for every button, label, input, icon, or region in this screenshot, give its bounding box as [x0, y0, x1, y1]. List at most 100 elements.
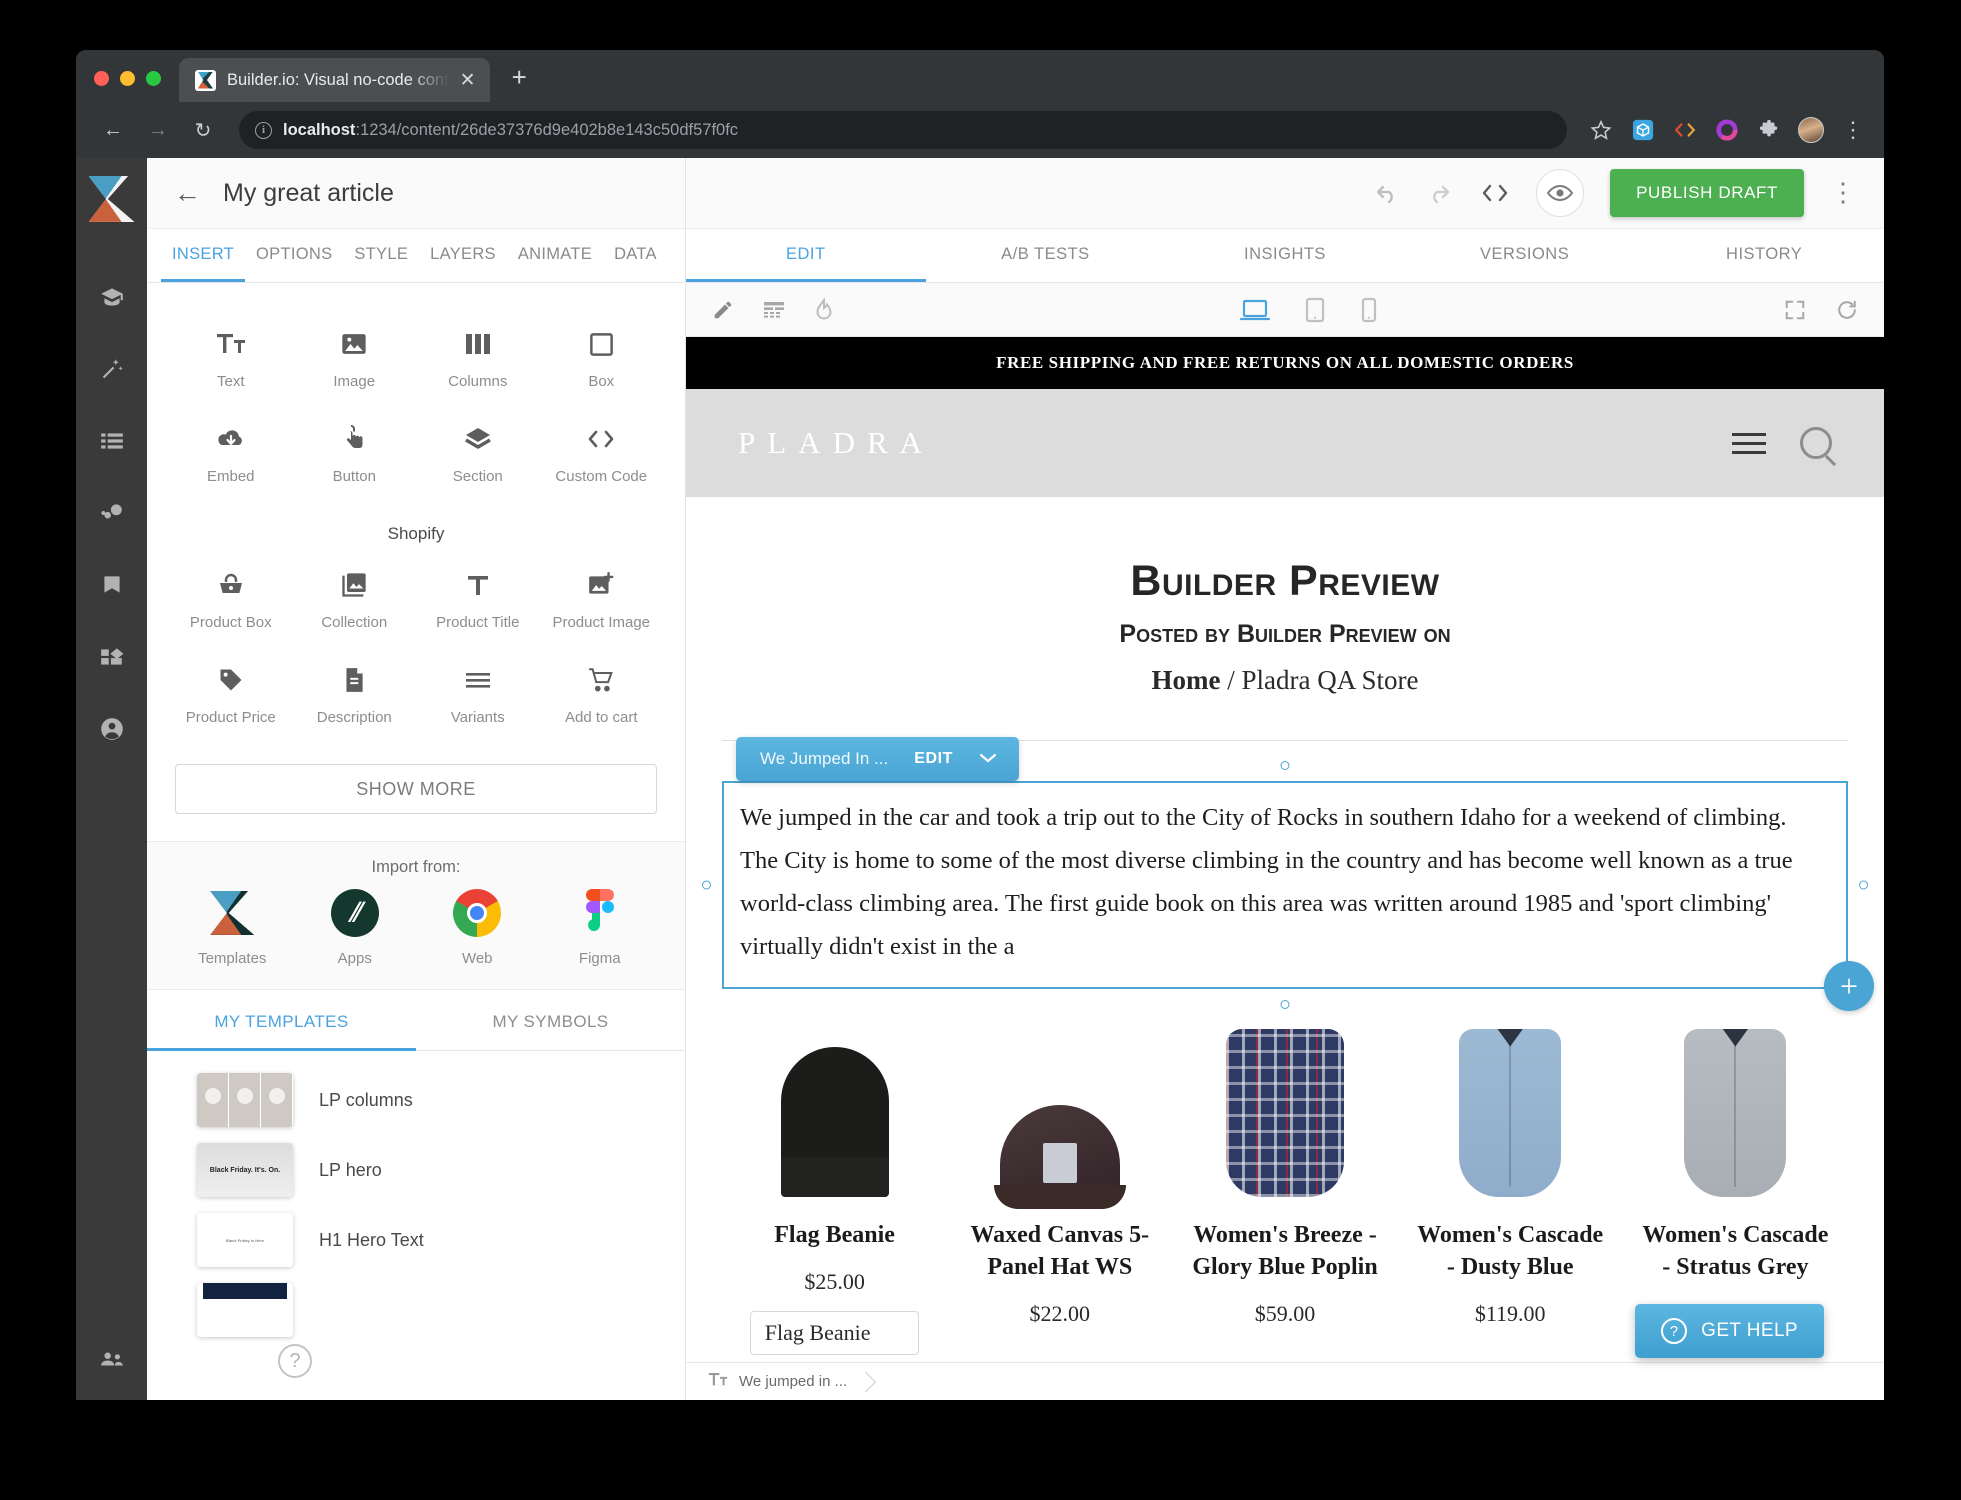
rail-item-magic-wand[interactable]	[89, 346, 135, 392]
import-templates[interactable]: Templates	[171, 889, 294, 967]
get-help-button[interactable]: ? GET HELP	[1635, 1304, 1824, 1358]
product-card[interactable]: Women's Breeze - Glory Blue Poplin $59.0…	[1172, 1025, 1397, 1355]
tab-versions[interactable]: VERSIONS	[1405, 229, 1645, 282]
fullscreen-icon[interactable]	[1784, 299, 1806, 321]
tab-options[interactable]: OPTIONS	[245, 229, 343, 282]
selection-toolbar[interactable]: We Jumped In ... EDIT	[736, 737, 1020, 781]
back-button[interactable]: ←	[94, 111, 132, 149]
insert-item-columns[interactable]: Columns	[416, 317, 540, 406]
tablet-icon[interactable]	[1304, 297, 1326, 323]
product-card[interactable]: Women's Cascade - Dusty Blue $119.00	[1398, 1025, 1623, 1355]
document-title[interactable]: My great article	[223, 179, 394, 208]
ring-extension-icon[interactable]	[1714, 117, 1740, 143]
tab-my-templates[interactable]: MY TEMPLATES	[147, 990, 416, 1051]
wireframe-icon[interactable]	[762, 300, 786, 320]
minimize-window-button[interactable]	[120, 71, 135, 86]
insert-item-product-price[interactable]: Product Price	[169, 653, 293, 742]
tab-insights[interactable]: INSIGHTS	[1165, 229, 1405, 282]
insert-item-text[interactable]: Text	[169, 317, 293, 406]
bookmark-star-icon[interactable]	[1588, 117, 1614, 143]
address-bar[interactable]: i localhost:1234/content/26de37376d9e402…	[239, 111, 1567, 149]
add-block-button[interactable]: +	[1824, 960, 1874, 1011]
rail-item-bubbles[interactable]	[89, 490, 135, 536]
search-icon[interactable]	[1800, 427, 1832, 459]
import-web[interactable]: Web	[416, 889, 539, 967]
insert-item-image[interactable]: Image	[293, 317, 417, 406]
breadcrumb-store[interactable]: Pladra QA Store	[1242, 665, 1419, 695]
undo-icon[interactable]	[1372, 182, 1400, 204]
tab-insert[interactable]: INSERT	[161, 229, 246, 282]
code-extension-icon[interactable]	[1672, 117, 1698, 143]
insert-item-collection[interactable]: Collection	[293, 558, 417, 647]
cube-extension-icon[interactable]	[1630, 117, 1656, 143]
import-apps[interactable]: ⫽ Apps	[294, 889, 417, 967]
rail-item-graduation-cap[interactable]	[89, 274, 135, 320]
tab-ab-tests[interactable]: A/B TESTS	[926, 229, 1166, 282]
pencil-icon[interactable]	[712, 299, 734, 321]
desktop-icon[interactable]	[1240, 298, 1270, 322]
profile-avatar[interactable]	[1798, 117, 1824, 143]
tab-style[interactable]: STYLE	[343, 229, 419, 282]
insert-item-product-box[interactable]: Product Box	[169, 558, 293, 647]
tab-my-symbols[interactable]: MY SYMBOLS	[416, 990, 685, 1051]
template-item[interactable]: Black Friday. It's. On. LP hero	[147, 1135, 685, 1205]
rail-item-account[interactable]	[89, 706, 135, 752]
insert-item-variants[interactable]: Variants	[416, 653, 540, 742]
insert-item-box[interactable]: Box	[540, 317, 664, 406]
close-tab-icon[interactable]: ✕	[460, 71, 476, 90]
heat-icon[interactable]	[814, 297, 834, 322]
product-variant-select[interactable]: Flag Beanie	[749, 1310, 920, 1355]
redo-icon[interactable]	[1426, 182, 1454, 204]
publish-draft-button[interactable]: PUBLISH DRAFT	[1610, 169, 1804, 217]
insert-item-embed[interactable]: Embed	[169, 412, 293, 501]
back-arrow-icon[interactable]: ←	[174, 179, 201, 207]
tab-layers[interactable]: LAYERS	[419, 229, 507, 282]
refresh-icon[interactable]	[1836, 299, 1858, 321]
product-card[interactable]: Waxed Canvas 5-Panel Hat WS $22.00	[947, 1025, 1172, 1355]
insert-item-description[interactable]: Description	[293, 653, 417, 742]
product-card[interactable]: Flag Beanie $25.00 Flag Beanie	[722, 1025, 947, 1355]
template-item[interactable]: Black Friday is Here H1 Hero Text	[147, 1205, 685, 1275]
rail-item-list[interactable]	[89, 418, 135, 464]
reload-button[interactable]: ↻	[184, 111, 222, 149]
insert-item-button[interactable]: Button	[293, 412, 417, 501]
help-icon[interactable]: ?	[278, 1344, 312, 1378]
breadcrumb-item[interactable]: We jumped in ...	[708, 1371, 873, 1393]
insert-item-add-to-cart[interactable]: Add to cart	[540, 653, 664, 742]
chevron-down-icon[interactable]	[979, 751, 997, 768]
resize-handle-bottom[interactable]	[1280, 999, 1290, 1009]
browser-menu-icon[interactable]: ⋮	[1840, 117, 1866, 143]
new-tab-button[interactable]: +	[512, 64, 527, 90]
selected-text-block[interactable]: We jumped in the car and took a trip out…	[702, 761, 1874, 1011]
preview-button[interactable]	[1536, 169, 1585, 217]
close-window-button[interactable]	[94, 71, 109, 86]
browser-tab[interactable]: Builder.io: Visual no-code cont ✕	[179, 58, 490, 102]
insert-item-product-image[interactable]: Product Image	[540, 558, 664, 647]
insert-item-custom-code[interactable]: Custom Code	[540, 412, 664, 501]
editor-menu-icon[interactable]: ⋮	[1830, 180, 1856, 205]
selection-edit-button[interactable]: EDIT	[914, 750, 953, 768]
show-more-button[interactable]: SHOW MORE	[175, 764, 657, 814]
tab-animate[interactable]: ANIMATE	[507, 229, 603, 282]
tab-history[interactable]: HISTORY	[1644, 229, 1884, 282]
site-info-icon[interactable]: i	[255, 121, 272, 139]
import-figma[interactable]: Figma	[539, 889, 662, 967]
rail-item-people[interactable]	[89, 1336, 135, 1382]
resize-handle-top[interactable]	[1280, 761, 1290, 770]
builder-logo-icon[interactable]	[89, 176, 135, 222]
insert-item-section[interactable]: Section	[416, 412, 540, 501]
code-view-icon[interactable]	[1480, 181, 1510, 205]
tab-edit[interactable]: EDIT	[686, 229, 926, 282]
insert-item-product-title[interactable]: Product Title	[416, 558, 540, 647]
tab-data[interactable]: DATA	[603, 229, 668, 282]
rail-item-blocks[interactable]	[89, 634, 135, 680]
hamburger-icon[interactable]	[1732, 432, 1766, 454]
template-item[interactable]: LP columns	[147, 1065, 685, 1135]
maximize-window-button[interactable]	[146, 71, 161, 86]
mobile-icon[interactable]	[1360, 297, 1378, 323]
resize-handle-left[interactable]	[702, 880, 711, 890]
template-item[interactable]	[147, 1275, 685, 1345]
rail-item-bookmark[interactable]	[89, 562, 135, 608]
forward-button[interactable]: →	[139, 111, 177, 149]
puzzle-extension-icon[interactable]	[1756, 117, 1782, 143]
